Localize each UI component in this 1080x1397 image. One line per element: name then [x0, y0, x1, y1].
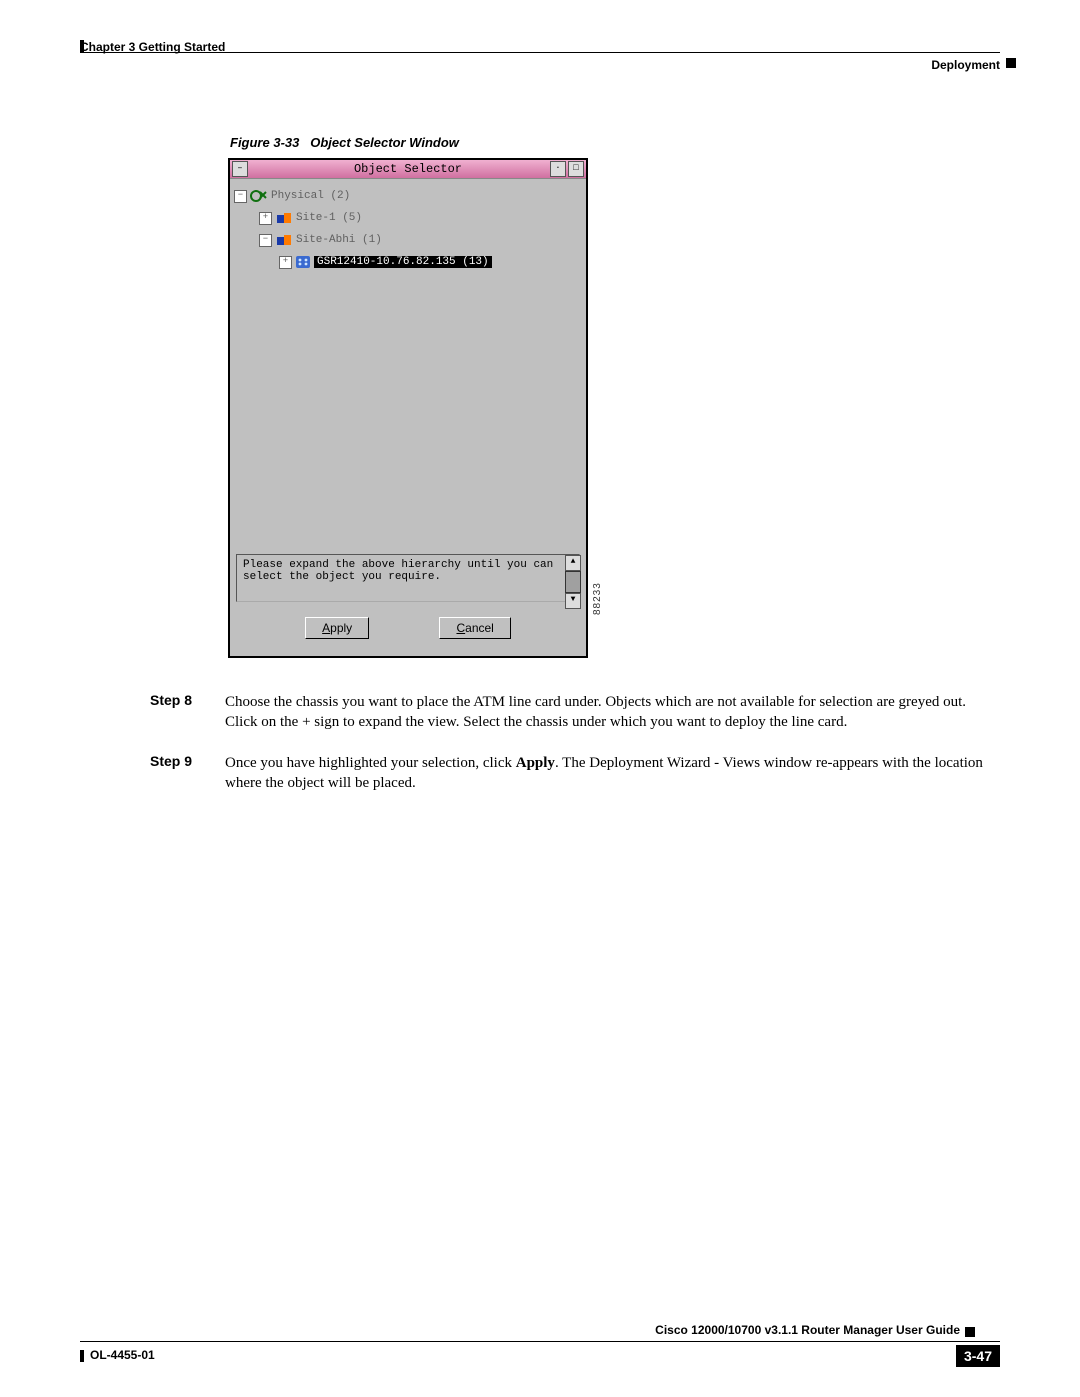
minimize-button[interactable]: · [550, 161, 566, 177]
window-titlebar: – Object Selector · □ [230, 160, 586, 178]
tree-row-site1[interactable]: + Site-1 (5) [259, 207, 582, 229]
step9-body: Once you have highlighted your selection… [225, 753, 1000, 794]
step-8: Step 8 Choose the chassis you want to pl… [150, 692, 1000, 733]
cancel-label-rest: ancel [465, 621, 494, 635]
document-page: Chapter 3 Getting Started Deployment Fig… [0, 0, 1080, 1397]
figure-num: Figure 3-33 [230, 135, 299, 150]
footer-marker [965, 1327, 975, 1337]
tree-panel[interactable]: − Physical (2) + Site-1 (5) − Site-Abhi … [230, 178, 586, 548]
cancel-button[interactable]: Cancel [439, 617, 510, 639]
page-number: 3-47 [956, 1345, 1000, 1367]
tree-label-site1: Site-1 (5) [296, 212, 362, 224]
tree-row-site2[interactable]: − Site-Abhi (1) [259, 229, 582, 251]
step8-label: Step 8 [150, 692, 225, 733]
device-icon [295, 255, 311, 269]
site-icon [275, 211, 293, 225]
tree-expand-icon[interactable]: + [279, 256, 292, 269]
button-row: Apply Cancel [230, 608, 586, 648]
header-marker [1006, 58, 1016, 68]
header-section: Deployment [931, 58, 1000, 72]
apply-button[interactable]: Apply [305, 617, 369, 639]
step8-body: Choose the chassis you want to place the… [225, 692, 1000, 733]
system-menu-icon[interactable]: – [232, 161, 248, 177]
window-title: Object Selector [354, 162, 462, 176]
tree-collapse-icon[interactable]: − [234, 190, 247, 203]
scroll-thumb[interactable] [565, 571, 581, 593]
tree-expand-icon[interactable]: + [259, 212, 272, 225]
footer-title: Cisco 12000/10700 v3.1.1 Router Manager … [655, 1323, 960, 1337]
tree-label-physical: Physical (2) [271, 190, 350, 202]
figure-title: Object Selector Window [310, 135, 459, 150]
hint-panel: Please expand the above hierarchy until … [236, 554, 580, 602]
step9-label: Step 9 [150, 753, 225, 794]
tree-label-site2: Site-Abhi (1) [296, 234, 382, 246]
physical-icon [250, 189, 268, 203]
apply-label-rest: pply [330, 621, 352, 635]
figure-ref-id: 88233 [592, 582, 603, 615]
site-icon [275, 233, 293, 247]
scroll-down-icon[interactable]: ▼ [565, 593, 581, 609]
hint-text: Please expand the above hierarchy until … [243, 559, 553, 583]
tree-collapse-icon[interactable]: − [259, 234, 272, 247]
tree-label-device: GSR12410-10.76.82.135 (13) [314, 256, 492, 268]
figure-caption: Figure 3-33 Object Selector Window [230, 135, 459, 150]
footer-rule [80, 1341, 1000, 1342]
step-9: Step 9 Once you have highlighted your se… [150, 753, 1000, 794]
footer-left: OL-4455-01 [90, 1348, 155, 1362]
maximize-button[interactable]: □ [568, 161, 584, 177]
footer-bar [80, 1350, 84, 1362]
header-rule [80, 52, 1000, 53]
object-selector-window: – Object Selector · □ − Physical (2) + S… [228, 158, 588, 658]
hint-scrollbar[interactable]: ▲ ▼ [565, 555, 579, 601]
scroll-up-icon[interactable]: ▲ [565, 555, 581, 571]
steps-list: Step 8 Choose the chassis you want to pl… [150, 692, 1000, 813]
tree-row-device[interactable]: + GSR12410-10.76.82.135 (13) [279, 251, 582, 273]
tree-row-physical[interactable]: − Physical (2) [234, 185, 582, 207]
